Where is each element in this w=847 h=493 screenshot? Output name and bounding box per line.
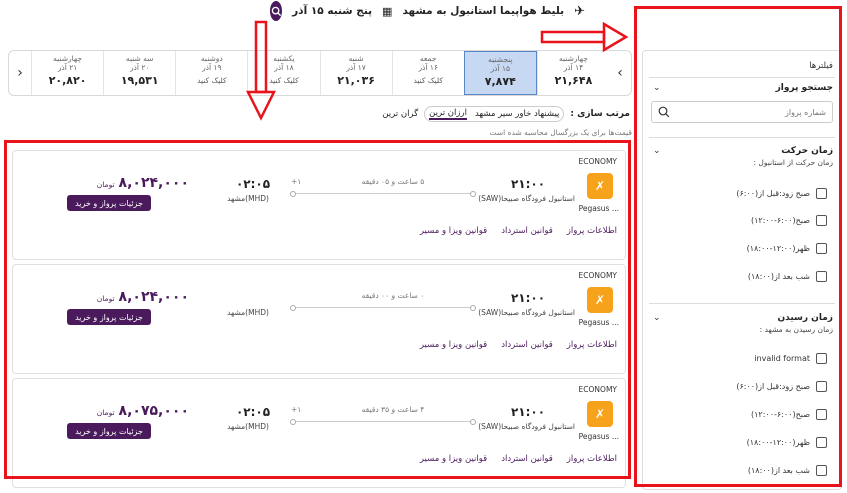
search-icon [271,6,281,16]
sort-option-expensive[interactable]: گران ترین [382,109,418,119]
date-cell-date: ۲۰ آذر [129,63,150,73]
date-cell[interactable]: چهارشنبه ۱۴ آذر ۲۱,۶۴۸ [536,51,609,95]
date-cell[interactable]: سه شنبه ۲۰ آذر ۱۹,۵۳۱ [103,51,175,95]
date-cell-day: دوشنبه [200,54,223,63]
date-cell-date: ۱۹ آذر [202,63,222,73]
sort-label: مرتب سازی : [570,109,630,119]
sort-row: مرتب سازی : پیشنهاد خاور سیر مشهد ارزان … [360,104,630,124]
date-cell-price: ۱۹,۵۳۱ [120,73,159,87]
annotation-arrow-right [540,22,629,53]
date-cell-date: ۱۷ آذر [346,63,366,73]
date-strip: › چهارشنبه ۱۴ آذر ۲۱,۶۴۸ پنجشنبه ۱۵ آذر … [8,50,632,96]
date-cell-day: پنجشنبه [488,55,513,64]
date-cell-price: ۲۱,۶۴۸ [554,73,593,87]
date-cell-day: جمعه [419,54,437,63]
date-cell[interactable]: جمعه ۱۶ آذر کلیک کنید [391,51,464,95]
date-cell-day: شنبه [348,54,364,63]
date-cell[interactable]: شنبه ۱۷ آذر ۲۱,۰۳۶ [319,51,392,95]
sort-options: پیشنهاد خاور سیر مشهد ارزان ترین [424,106,565,122]
date-cell-price: ۲۱,۰۳۶ [337,73,375,87]
date-cell-date: ۱۵ آذر [490,64,511,74]
header-date: پنج شنبه ۱۵ آذر [292,5,373,17]
sort-option-cheapest[interactable]: ارزان ترین [429,108,467,120]
date-cell-click: کلیک کنید [197,75,227,85]
date-cell-day: سه شنبه [125,54,154,63]
date-cell-day: چهارشنبه [53,54,82,63]
chevron-right-icon[interactable]: › [609,51,631,95]
date-cell-date: ۲۱ آذر [57,63,78,73]
date-cell-day: چهارشنبه [559,54,588,63]
date-cell-date: ۱۴ آذر [563,63,584,73]
date-cell[interactable]: دوشنبه ۱۹ آذر کلیک کنید [175,51,247,95]
sort-option-suggested[interactable]: پیشنهاد خاور سیر مشهد [475,109,559,119]
airplane-icon: ✈ [574,3,585,19]
annotation-box-results [4,140,631,479]
date-cell-date: ۱۶ آذر [418,63,438,73]
annotation-arrow-down [246,20,276,121]
date-cell-price: ۲۰,۸۲۰ [48,73,87,87]
route-title: بلیط هواپیما استانبول به مشهد [402,5,565,17]
search-button[interactable] [270,1,283,21]
chevron-left-icon[interactable]: ‹ [9,51,31,95]
date-cell-active[interactable]: پنجشنبه ۱۵ آذر ۷,۸۷۴ [463,51,537,95]
date-cell[interactable]: چهارشنبه ۲۱ آذر ۲۰,۸۲۰ [31,51,103,95]
price-notice: قیمت‌ها برای یک بزرگسال محاسبه شده است [489,128,632,137]
date-cell-price: ۷,۸۷۴ [484,74,516,88]
page-header: ✈ بلیط هواپیما استانبول به مشهد ▦ پنج شن… [270,0,585,22]
calendar-icon: ▦ [382,4,393,18]
annotation-box-sidebar [634,6,842,487]
date-cell-click: کلیک کنید [413,75,443,85]
